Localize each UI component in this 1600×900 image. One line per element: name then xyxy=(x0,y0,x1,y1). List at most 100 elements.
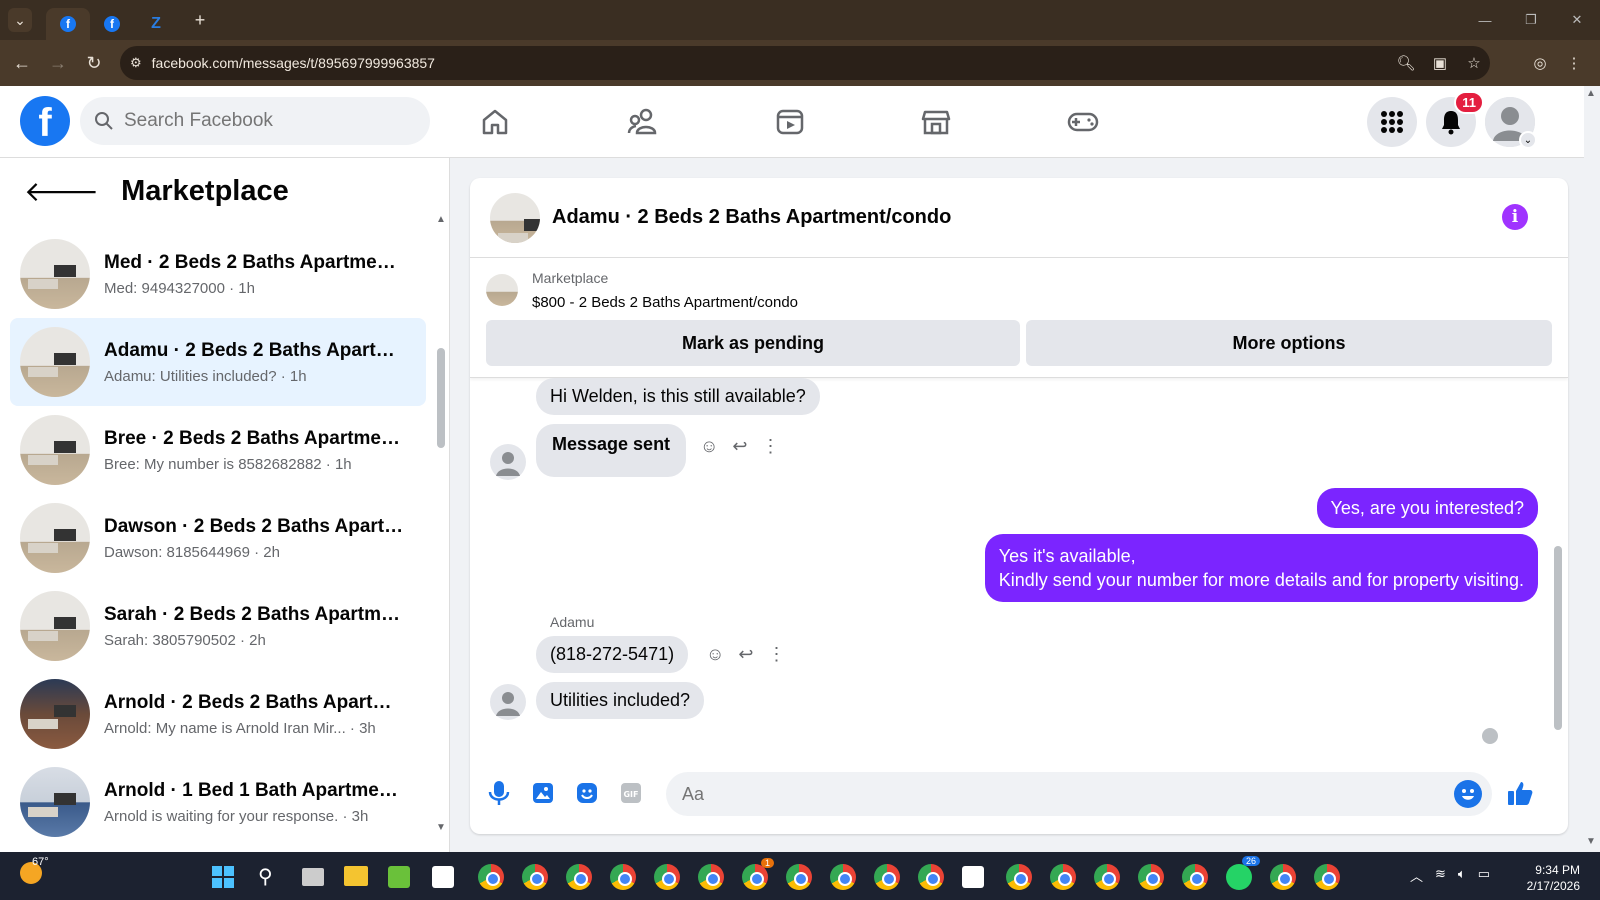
site-info-icon[interactable]: ⚙ xyxy=(130,55,142,71)
more-options-button[interactable]: More options xyxy=(1026,320,1552,366)
taskbar-search-icon[interactable]: ⚲ xyxy=(258,864,273,889)
restore-icon[interactable]: ❐ xyxy=(1508,0,1554,40)
message-input[interactable] xyxy=(666,772,1492,816)
menu-icon[interactable]: ⋮ xyxy=(1558,46,1590,80)
message-incoming[interactable]: Hi Welden, is this still available? xyxy=(536,378,820,415)
wifi-icon[interactable]: ≋ xyxy=(1435,866,1446,885)
chrome-taskbar-icon[interactable] xyxy=(1270,864,1296,890)
react-emoji-icon[interactable]: ☺ xyxy=(706,644,724,665)
chrome-taskbar-icon[interactable] xyxy=(698,864,724,890)
message-incoming[interactable]: (818-272-5471) xyxy=(536,636,689,673)
minimize-icon[interactable]: — xyxy=(1462,0,1508,40)
conversation-item-selected[interactable]: Adamu · 2 Beds 2 Baths Apartme... Adamu: … xyxy=(10,318,426,406)
chat-title[interactable]: Adamu · 2 Beds 2 Baths Apartment/condo xyxy=(552,206,951,229)
store-icon[interactable] xyxy=(432,866,454,888)
close-icon[interactable]: ✕ xyxy=(1554,0,1600,40)
zoom-icon[interactable]: 🔍︎ xyxy=(1390,46,1422,80)
account-button[interactable]: ⌄ xyxy=(1485,97,1537,149)
bookmark-star-icon[interactable]: ☆ xyxy=(1458,46,1490,80)
reply-icon[interactable]: ↩ xyxy=(738,644,753,665)
chrome-taskbar-icon[interactable] xyxy=(522,864,548,890)
volume-icon[interactable]: 🔈︎ xyxy=(1458,866,1466,885)
conversation-item[interactable]: Dawson · 2 Beds 2 Baths Apartm... Dawson:… xyxy=(10,494,426,582)
nav-video[interactable] xyxy=(735,96,845,148)
more-icon[interactable]: ⋮ xyxy=(767,644,785,665)
sticker-button[interactable] xyxy=(572,778,602,808)
emoji-picker-button[interactable] xyxy=(1454,780,1482,808)
back-arrow-icon[interactable]: 🡐 xyxy=(24,174,99,208)
url-bar[interactable]: ⚙ facebook.com/messages/t/89569799996385… xyxy=(120,46,1490,80)
gif-button[interactable]: GIF xyxy=(616,778,646,808)
chrome-taskbar-icon[interactable]: 1 xyxy=(742,858,774,890)
sidebar-scrollbar[interactable] xyxy=(437,348,445,448)
chrome-taskbar-icon[interactable] xyxy=(1050,864,1076,890)
chrome-taskbar-icon[interactable] xyxy=(1094,864,1120,890)
start-button[interactable] xyxy=(212,866,234,888)
mark-as-pending-button[interactable]: Mark as pending xyxy=(486,320,1020,366)
tab-facebook[interactable]: f xyxy=(90,8,134,40)
chrome-taskbar-icon[interactable] xyxy=(1182,864,1208,890)
voice-clip-button[interactable] xyxy=(484,778,514,808)
chat-avatar[interactable] xyxy=(490,192,540,243)
nav-marketplace[interactable] xyxy=(881,96,991,148)
notifications-button[interactable]: 11 xyxy=(1426,91,1484,147)
whatsapp-icon[interactable]: 26 xyxy=(1226,856,1260,890)
search-box[interactable] xyxy=(80,97,430,145)
profile-icon[interactable]: ◎ xyxy=(1524,46,1556,80)
chrome-taskbar-icon[interactable] xyxy=(566,864,592,890)
clock[interactable]: 9:34 PM 2/17/2026 xyxy=(1527,862,1580,894)
task-view-icon[interactable] xyxy=(302,868,324,886)
chevron-up-icon[interactable]: ︿ xyxy=(1410,866,1423,885)
chrome-taskbar-icon[interactable] xyxy=(918,864,944,890)
listing-title[interactable]: $800 - 2 Beds 2 Baths Apartment/condo xyxy=(532,294,798,311)
nav-gaming[interactable] xyxy=(1028,96,1138,148)
more-icon[interactable]: ⋮ xyxy=(761,436,779,457)
conversation-item[interactable]: Med · 2 Beds 2 Baths Apartment... Med: 94… xyxy=(10,230,426,318)
battery-icon[interactable]: ▭ xyxy=(1478,866,1490,885)
page-scroll-down-icon[interactable]: ▼ xyxy=(1586,836,1596,847)
conversation-item[interactable]: Sarah · 2 Beds 2 Baths Apartmen... Sarah:… xyxy=(10,582,426,670)
menu-grid-button[interactable] xyxy=(1367,97,1417,147)
reload-icon[interactable]: ↻ xyxy=(76,45,112,81)
like-send-button[interactable] xyxy=(1500,778,1540,808)
nav-home[interactable] xyxy=(440,96,550,148)
chrome-taskbar-icon[interactable] xyxy=(1138,864,1164,890)
file-explorer-icon[interactable] xyxy=(344,866,368,886)
chat-scrollbar[interactable] xyxy=(1554,546,1562,730)
search-input[interactable] xyxy=(124,110,404,132)
cast-icon[interactable]: ▣ xyxy=(1424,46,1456,80)
conversation-item[interactable]: Arnold · 1 Bed 1 Bath Apartment/... Arnol… xyxy=(10,758,426,846)
forward-icon[interactable]: → xyxy=(40,45,76,81)
message-outgoing-multiline[interactable]: Yes it's available, Kindly send your num… xyxy=(984,534,1538,602)
chrome-taskbar-icon[interactable] xyxy=(1314,864,1340,890)
message-incoming[interactable]: Message sent xyxy=(536,424,687,477)
photo-button[interactable] xyxy=(528,778,558,808)
app-icon[interactable] xyxy=(962,866,984,888)
react-emoji-icon[interactable]: ☺ xyxy=(700,436,718,457)
conversation-item[interactable]: Arnold · 2 Beds 2 Baths Apartme... Arnold… xyxy=(10,670,426,758)
chrome-taskbar-icon[interactable] xyxy=(610,864,636,890)
chrome-taskbar-icon[interactable] xyxy=(874,864,900,890)
chrome-taskbar-icon[interactable] xyxy=(786,864,812,890)
scroll-up-icon[interactable]: ▲ xyxy=(436,214,446,225)
chrome-taskbar-icon[interactable] xyxy=(830,864,856,890)
reply-icon[interactable]: ↩ xyxy=(732,436,747,457)
conversation-item[interactable]: Bree · 2 Beds 2 Baths Apartment... Bree: … xyxy=(10,406,426,494)
chrome-taskbar-icon[interactable] xyxy=(478,864,504,890)
app-icon[interactable] xyxy=(388,866,410,888)
facebook-logo-icon[interactable]: f xyxy=(20,96,70,146)
weather-widget[interactable]: 67° xyxy=(20,856,49,884)
tab-search-icon[interactable]: ⌄ xyxy=(8,8,32,32)
info-icon[interactable]: i xyxy=(1502,204,1528,230)
nav-friends[interactable] xyxy=(588,96,698,148)
chrome-taskbar-icon[interactable] xyxy=(1006,864,1032,890)
message-incoming[interactable]: Utilities included? xyxy=(536,682,705,719)
back-icon[interactable]: ← xyxy=(4,45,40,81)
page-scroll-up-icon[interactable]: ▲ xyxy=(1586,88,1596,99)
message-outgoing[interactable]: Yes, are you interested? xyxy=(1316,488,1538,528)
tab-zillow[interactable]: Z xyxy=(134,8,178,40)
new-tab-button[interactable]: + xyxy=(188,8,212,32)
chrome-taskbar-icon[interactable] xyxy=(654,864,680,890)
tab-facebook-active[interactable]: f xyxy=(46,8,90,40)
scroll-down-icon[interactable]: ▼ xyxy=(436,822,446,833)
